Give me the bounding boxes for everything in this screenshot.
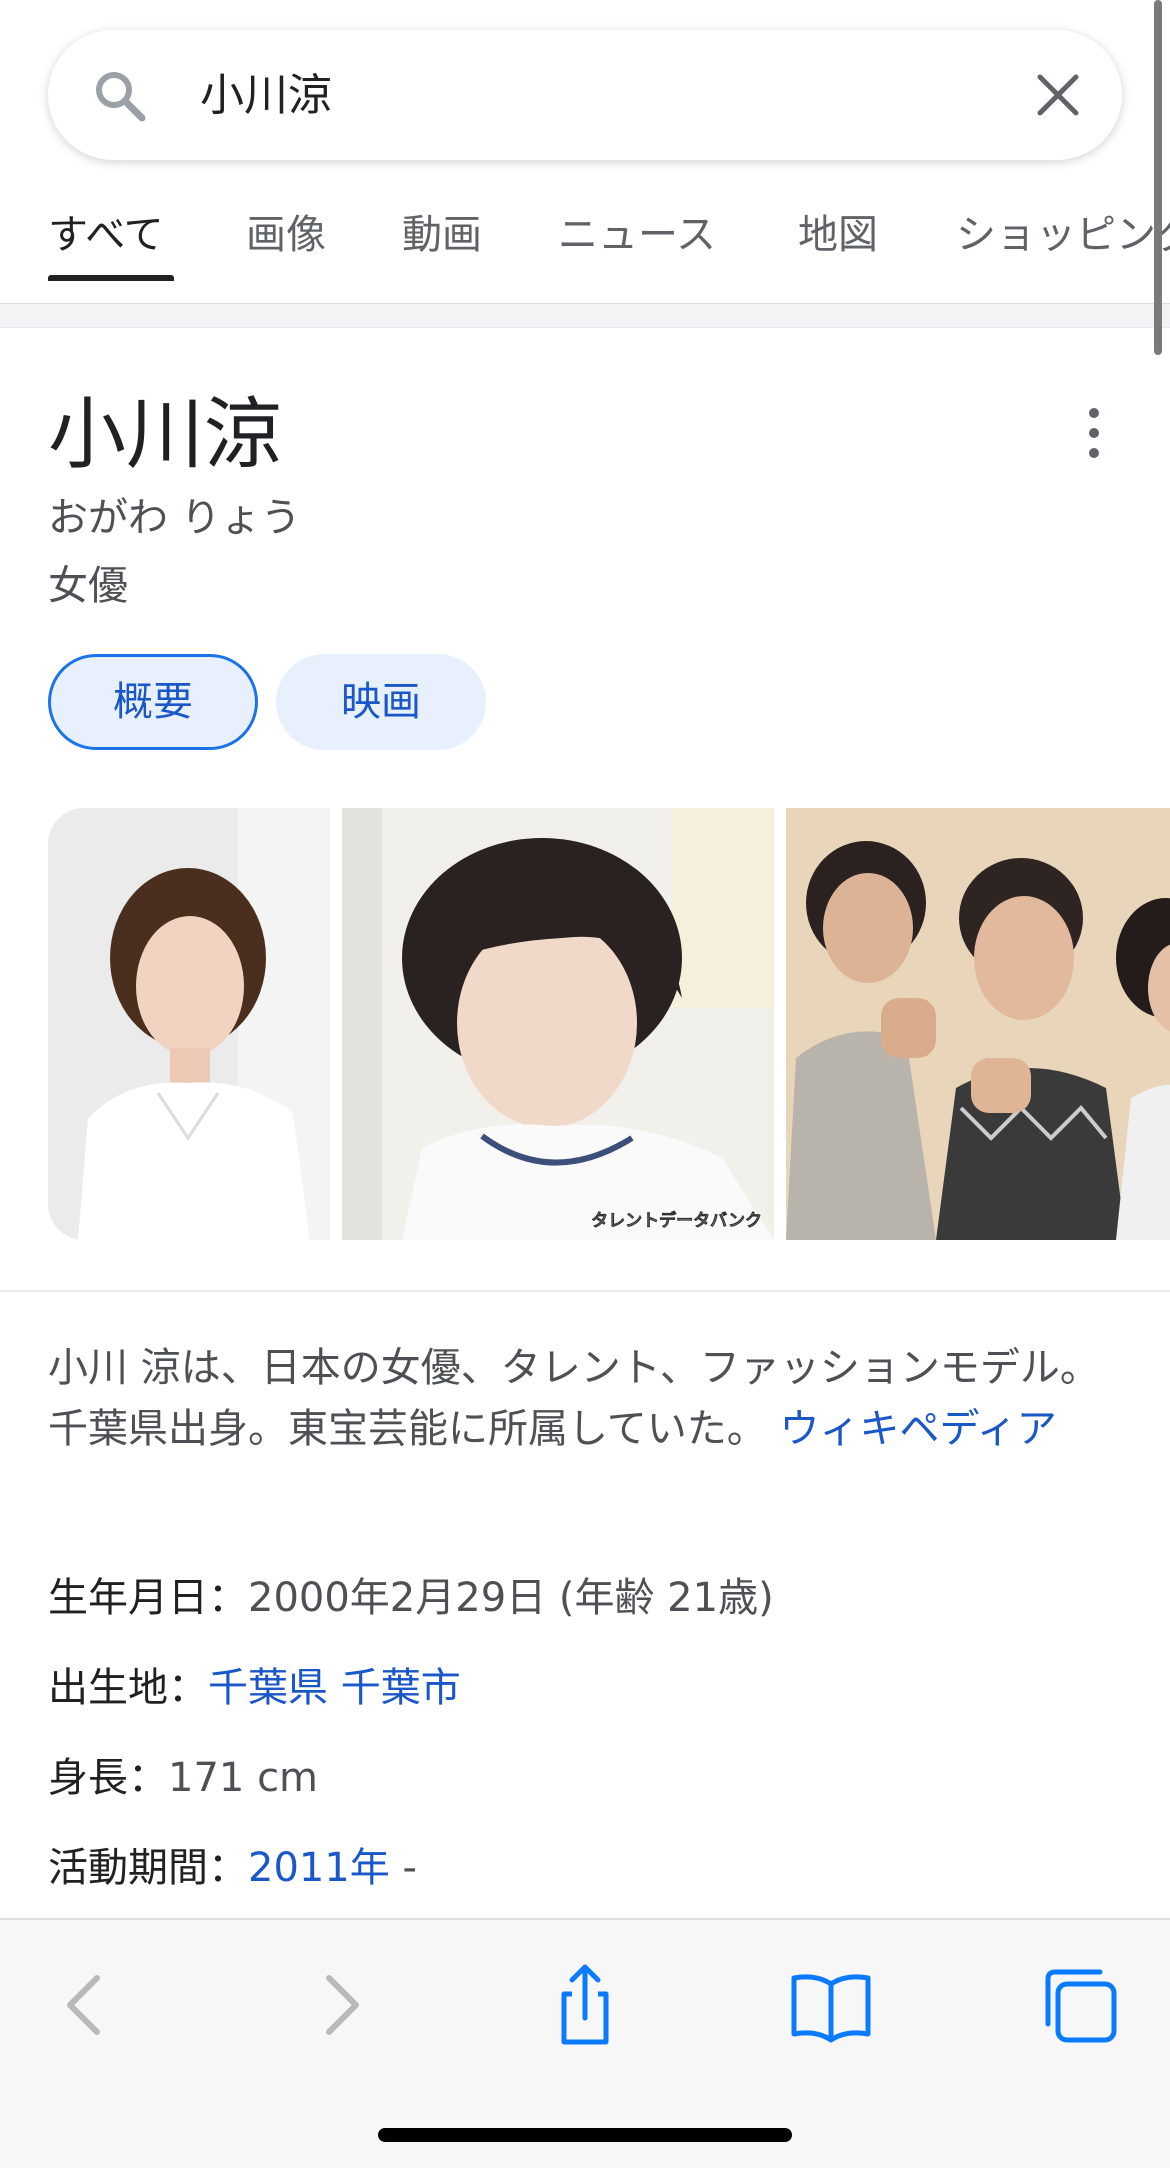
birthplace-city-link[interactable]: 千葉市 bbox=[341, 1665, 461, 1711]
portrait-photo-1[interactable] bbox=[48, 808, 330, 1240]
tabs-icon[interactable] bbox=[1034, 1960, 1124, 2050]
birthplace-prefecture-link[interactable]: 千葉県 bbox=[208, 1665, 328, 1711]
search-tabs: すべて 画像 動画 ニュース 地図 ショッピング bbox=[0, 195, 1170, 303]
fact-height: 身長：171 cm bbox=[48, 1748, 318, 1808]
fact-birthdate: 生年月日：2000年2月29日 (年齢 21歳) bbox=[48, 1568, 774, 1628]
search-bar[interactable]: 小川涼 bbox=[48, 30, 1122, 160]
image-watermark: タレントデータバンク bbox=[591, 1210, 762, 1231]
search-input[interactable]: 小川涼 bbox=[200, 66, 332, 126]
tab-all[interactable]: すべて bbox=[48, 205, 164, 265]
group-photo[interactable] bbox=[786, 808, 1170, 1240]
more-options-icon[interactable] bbox=[1080, 405, 1108, 461]
search-icon[interactable] bbox=[90, 66, 150, 126]
bookmarks-icon[interactable] bbox=[786, 1960, 876, 2050]
chip-overview[interactable]: 概要 bbox=[48, 654, 258, 750]
home-indicator[interactable] bbox=[378, 2128, 792, 2142]
forward-icon[interactable] bbox=[294, 1960, 384, 2050]
scroll-indicator bbox=[1154, 0, 1162, 355]
chip-movies[interactable]: 映画 bbox=[276, 654, 486, 750]
tab-news[interactable]: ニュース bbox=[558, 205, 716, 265]
fact-height-value: 171 cm bbox=[168, 1755, 319, 1801]
fact-active-label: 活動期間： bbox=[48, 1845, 248, 1891]
tab-videos[interactable]: 動画 bbox=[402, 205, 482, 265]
tab-shopping[interactable]: ショッピング bbox=[956, 205, 1170, 265]
fact-birthplace: 出生地：千葉県 千葉市 bbox=[48, 1658, 461, 1718]
active-year-link[interactable]: 2011年 bbox=[248, 1845, 390, 1891]
fact-birthplace-label: 出生地： bbox=[48, 1665, 208, 1711]
panel-description: 小川 涼は、日本の女優、タレント、ファッションモデル。千葉県出身。東宝芸能に所属… bbox=[48, 1338, 1128, 1460]
tab-images[interactable]: 画像 bbox=[246, 205, 326, 265]
close-icon[interactable] bbox=[1030, 67, 1086, 123]
back-icon[interactable] bbox=[42, 1960, 132, 2050]
fact-birthdate-value: 2000年2月29日 (年齢 21歳) bbox=[248, 1575, 774, 1621]
tabs-divider bbox=[0, 303, 1170, 328]
fact-height-label: 身長： bbox=[48, 1755, 168, 1801]
panel-type: 女優 bbox=[48, 563, 128, 609]
tab-maps[interactable]: 地図 bbox=[798, 205, 878, 265]
active-tab-indicator bbox=[48, 275, 174, 281]
wikipedia-link[interactable]: ウィキペディア bbox=[780, 1406, 1057, 1452]
share-icon[interactable] bbox=[540, 1960, 630, 2050]
fact-birthdate-label: 生年月日： bbox=[48, 1575, 248, 1621]
active-suffix: - bbox=[389, 1845, 417, 1891]
fact-active-period: 活動期間：2011年 - bbox=[48, 1838, 417, 1898]
section-divider bbox=[0, 1290, 1170, 1292]
panel-title: 小川涼 bbox=[48, 390, 283, 480]
portrait-photo-2[interactable]: タレントデータバンク bbox=[342, 808, 774, 1240]
image-carousel[interactable]: タレントデータバンク bbox=[48, 808, 1170, 1240]
panel-reading: おがわ りょう bbox=[48, 495, 301, 541]
